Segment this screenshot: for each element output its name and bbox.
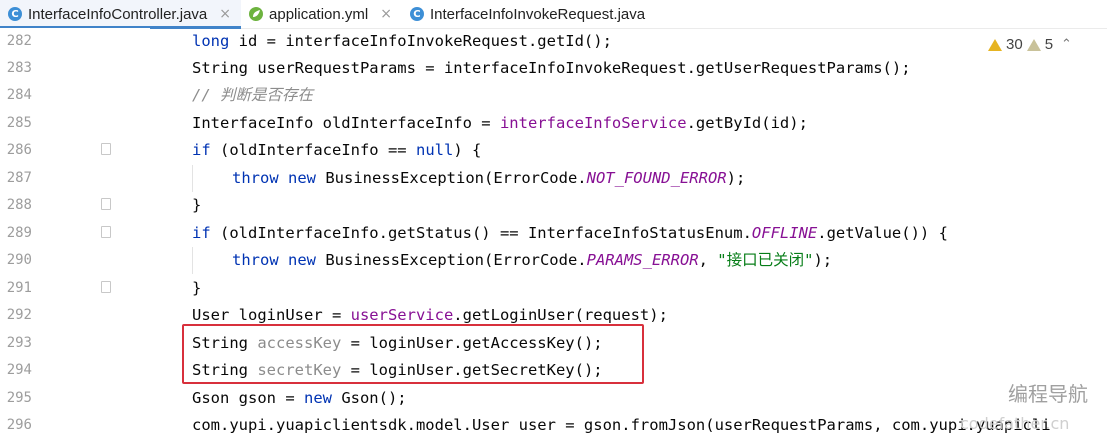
weak-warning-count: 5 <box>1044 36 1054 53</box>
close-icon[interactable]: × <box>219 6 231 22</box>
watermark-site: codefather.cn <box>960 414 1070 433</box>
line-number: 296 <box>6 417 32 433</box>
code-keyword: new <box>288 251 317 269</box>
java-class-icon: C <box>8 7 22 21</box>
line-number: 286 <box>6 142 32 158</box>
tab-label: InterfaceInfoController.java <box>28 5 208 23</box>
line-number: 291 <box>6 280 32 296</box>
code-token: .getById(id); <box>686 114 808 132</box>
code-line-290: throw new BusinessException(ErrorCode.PA… <box>232 247 832 274</box>
code-line-283: String userRequestParams = interfaceInfo… <box>192 55 911 82</box>
editor-tab-bar: C InterfaceInfoController.java × applica… <box>0 0 1107 29</box>
code-line-296: com.yupi.yuapiclientsdk.model.User user … <box>192 412 1051 439</box>
code-token: id = interfaceInfoInvokeRequest.getId(); <box>229 32 612 50</box>
watermark-text: 编程导航 <box>1008 382 1088 406</box>
line-number: 290 <box>6 252 32 268</box>
code-constant: NOT_FOUND_ERROR <box>586 169 727 187</box>
code-token: } <box>192 196 202 214</box>
line-number: 283 <box>6 60 32 76</box>
code-line-287: throw new BusinessException(ErrorCode.NO… <box>232 165 745 192</box>
code-token: com.yupi.yuapiclientsdk.model.User user … <box>192 416 1051 434</box>
indent-guide <box>192 247 193 274</box>
yml-file-icon <box>249 7 264 21</box>
code-token: User loginUser = <box>192 306 351 324</box>
weak-warning-icon <box>1026 38 1041 51</box>
code-token: ) { <box>453 141 482 159</box>
line-number: 289 <box>6 225 32 241</box>
code-comment: // 判断是否存在 <box>192 86 313 104</box>
code-token: .getLoginUser(request); <box>453 306 668 324</box>
tab-label: application.yml <box>269 5 369 23</box>
editor-gutter[interactable]: 282 283 284 285 286 287 288 289 290 291 … <box>0 28 150 444</box>
line-number: 288 <box>6 197 32 213</box>
code-line-286: if (oldInterfaceInfo == null) { <box>192 137 481 164</box>
code-token: ); <box>813 251 833 269</box>
code-line-282: long id = interfaceInfoInvokeRequest.get… <box>192 28 612 55</box>
code-token: BusinessException(ErrorCode. <box>316 169 587 187</box>
line-number: 287 <box>6 170 32 186</box>
indent-guide <box>192 165 193 192</box>
code-field: interfaceInfoService <box>499 114 687 132</box>
fold-marker-icon[interactable] <box>101 143 111 155</box>
code-token: String userRequestParams = interfaceInfo… <box>192 59 911 77</box>
code-keyword: if <box>192 141 211 159</box>
fold-marker-icon[interactable] <box>101 226 111 238</box>
java-class-icon: C <box>409 7 424 21</box>
code-token: (oldInterfaceInfo == <box>210 141 416 159</box>
code-field: userService <box>350 306 454 324</box>
tab-interfaceinfocontroller[interactable]: C InterfaceInfoController.java × <box>0 0 242 29</box>
code-line-284: // 判断是否存在 <box>192 82 313 109</box>
close-icon[interactable]: × <box>380 6 392 22</box>
warning-count: 30 <box>1006 36 1023 53</box>
code-token: , <box>698 251 718 269</box>
tab-interfaceinfoinvokerequest[interactable]: C InterfaceInfoInvokeRequest.java <box>402 0 655 28</box>
code-token: Gson(); <box>331 389 407 407</box>
code-line-288: } <box>192 192 201 219</box>
code-token: InterfaceInfo oldInterfaceInfo = <box>192 114 500 132</box>
highlight-annotation-box <box>182 324 644 384</box>
code-token: } <box>192 279 202 297</box>
warning-icon <box>988 38 1002 51</box>
fold-marker-icon[interactable] <box>101 281 111 293</box>
tab-label: InterfaceInfoInvokeRequest.java <box>429 5 646 23</box>
code-keyword: throw <box>232 251 279 269</box>
code-token: (oldInterfaceInfo.getStatus() == Interfa… <box>210 224 752 242</box>
code-token: Gson gson = <box>192 389 304 407</box>
code-line-291: } <box>192 275 201 302</box>
code-token: ); <box>726 169 746 187</box>
line-number: 295 <box>6 390 32 406</box>
code-token: .getValue()) { <box>817 224 948 242</box>
code-keyword: new <box>303 389 332 407</box>
code-keyword: new <box>288 169 317 187</box>
inspection-widget[interactable]: 30 5 ⌃ <box>988 36 1072 53</box>
code-constant: PARAMS_ERROR <box>586 251 699 269</box>
line-number: 284 <box>6 87 32 103</box>
code-keyword: if <box>192 224 211 242</box>
line-number: 292 <box>6 307 32 323</box>
code-keyword: throw <box>232 169 279 187</box>
tab-application-yml[interactable]: application.yml × <box>241 0 402 28</box>
code-string: "接口已关闭" <box>717 251 814 269</box>
code-constant: OFFLINE <box>751 224 818 242</box>
code-token: long <box>192 32 230 50</box>
line-number: 285 <box>6 115 32 131</box>
line-number: 282 <box>6 33 32 49</box>
code-line-295: Gson gson = new Gson(); <box>192 385 407 412</box>
line-number: 293 <box>6 335 32 351</box>
line-number: 294 <box>6 362 32 378</box>
code-line-285: InterfaceInfo oldInterfaceInfo = interfa… <box>192 110 808 137</box>
code-line-289: if (oldInterfaceInfo.getStatus() == Inte… <box>192 220 948 247</box>
code-keyword: null <box>415 141 454 159</box>
code-token: BusinessException(ErrorCode. <box>316 251 587 269</box>
fold-marker-icon[interactable] <box>101 198 111 210</box>
chevron-up-icon[interactable]: ⌃ <box>1061 37 1072 52</box>
